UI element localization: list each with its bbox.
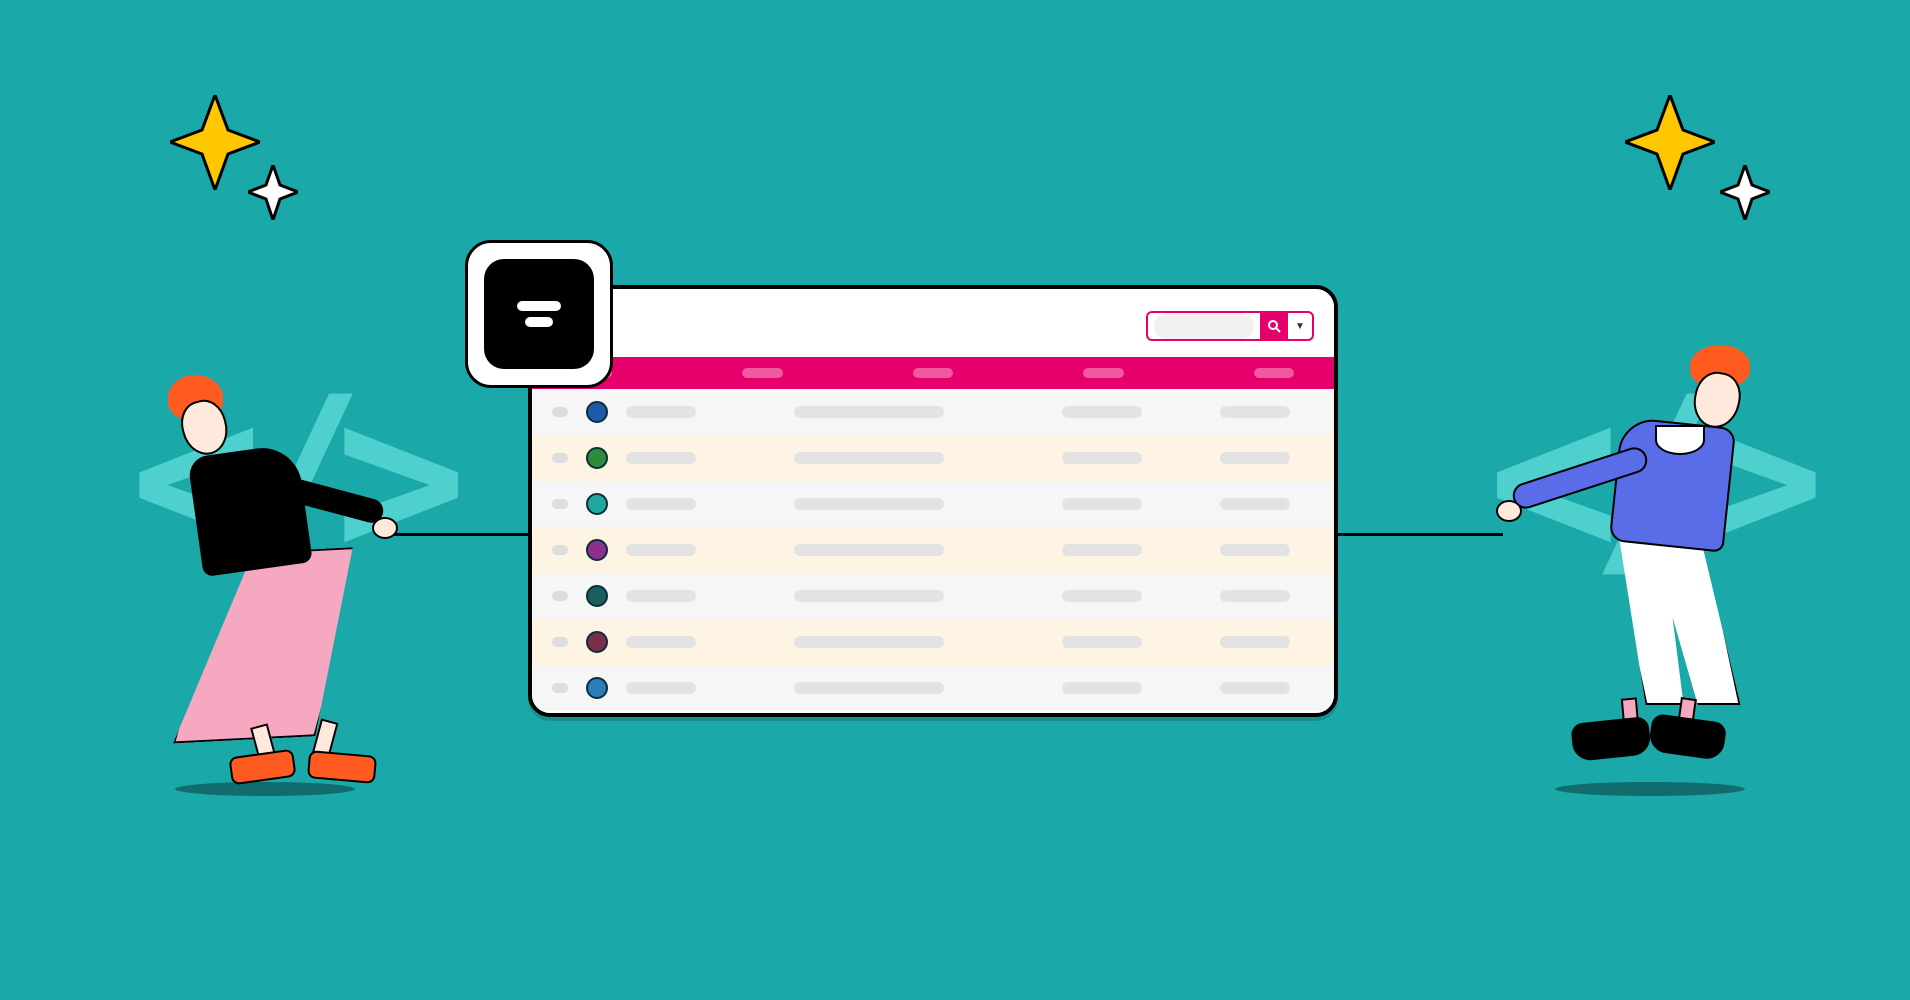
cell [626,544,696,556]
cell [626,498,696,510]
row-checkbox[interactable] [552,591,568,601]
cell [626,636,696,648]
avatar [586,401,608,423]
cell [1062,544,1142,556]
row-checkbox[interactable] [552,683,568,693]
search-group: ▼ [1146,311,1314,341]
cell [794,406,944,418]
cell [794,682,944,694]
cell [794,544,944,556]
search-icon [1267,319,1281,333]
tab[interactable] [1254,368,1294,378]
shadow [175,782,355,796]
cell [1220,406,1290,418]
row-checkbox[interactable] [552,545,568,555]
table-row[interactable] [532,435,1334,481]
table-row[interactable] [532,481,1334,527]
cell [794,590,944,602]
avatar [586,447,608,469]
avatar [586,585,608,607]
star-icon [248,165,298,220]
cell [1220,636,1290,648]
avatar [586,493,608,515]
cell [626,452,696,464]
cell [794,452,944,464]
cell [1062,452,1142,464]
table-row[interactable] [532,527,1334,573]
cell [1220,544,1290,556]
table-row[interactable] [532,389,1334,435]
app-window: ▼ [528,285,1338,717]
cell [1062,590,1142,602]
row-checkbox[interactable] [552,407,568,417]
rope [1338,533,1503,536]
data-rows [532,389,1334,711]
cell [794,498,944,510]
person-left [140,355,420,755]
cell [1062,636,1142,648]
star-icon [170,95,260,190]
tab-bar [532,357,1334,389]
person-right [1480,330,1780,750]
logo-icon [484,259,594,369]
cell [1220,682,1290,694]
avatar [586,677,608,699]
table-row[interactable] [532,665,1334,711]
logo-badge [465,240,613,388]
tab[interactable] [913,368,953,378]
cell [1062,498,1142,510]
titlebar: ▼ [532,289,1334,357]
tab[interactable] [1083,368,1123,378]
cell [626,590,696,602]
star-icon [1625,95,1715,190]
search-input[interactable] [1154,313,1254,339]
row-checkbox[interactable] [552,637,568,647]
table-row[interactable] [532,573,1334,619]
avatar [586,631,608,653]
search-button[interactable] [1260,312,1288,340]
table-row[interactable] [532,619,1334,665]
star-icon [1720,165,1770,220]
cell [1062,406,1142,418]
cell [626,406,696,418]
row-checkbox[interactable] [552,453,568,463]
illustration-stage: </> </> [0,0,1910,1000]
cell [1220,590,1290,602]
tab[interactable] [742,368,782,378]
avatar [586,539,608,561]
cell [1220,452,1290,464]
cell [626,682,696,694]
cell [1062,682,1142,694]
cell [794,636,944,648]
shadow [1555,782,1745,796]
cell [1220,498,1290,510]
search-dropdown[interactable]: ▼ [1288,312,1312,340]
row-checkbox[interactable] [552,499,568,509]
